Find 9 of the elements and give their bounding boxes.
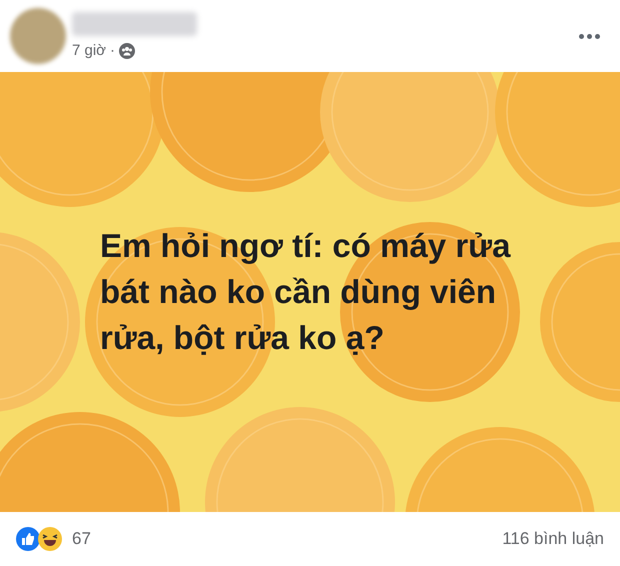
more-options-icon[interactable] [579, 34, 600, 39]
post-text: Em hỏi ngơ tí: có máy rửa bát nào ko cần dùng viên rửa, bột rửa ko ạ? [100, 226, 512, 358]
reaction-count[interactable]: 67 [72, 526, 91, 552]
like-icon [16, 527, 40, 551]
separator-dot: · [110, 41, 116, 61]
laughing-emoji-icon [38, 527, 62, 551]
friends-icon [119, 43, 136, 60]
comment-count[interactable]: 116 bình luận [502, 526, 604, 552]
post-time[interactable]: 7 giờ [72, 40, 106, 62]
